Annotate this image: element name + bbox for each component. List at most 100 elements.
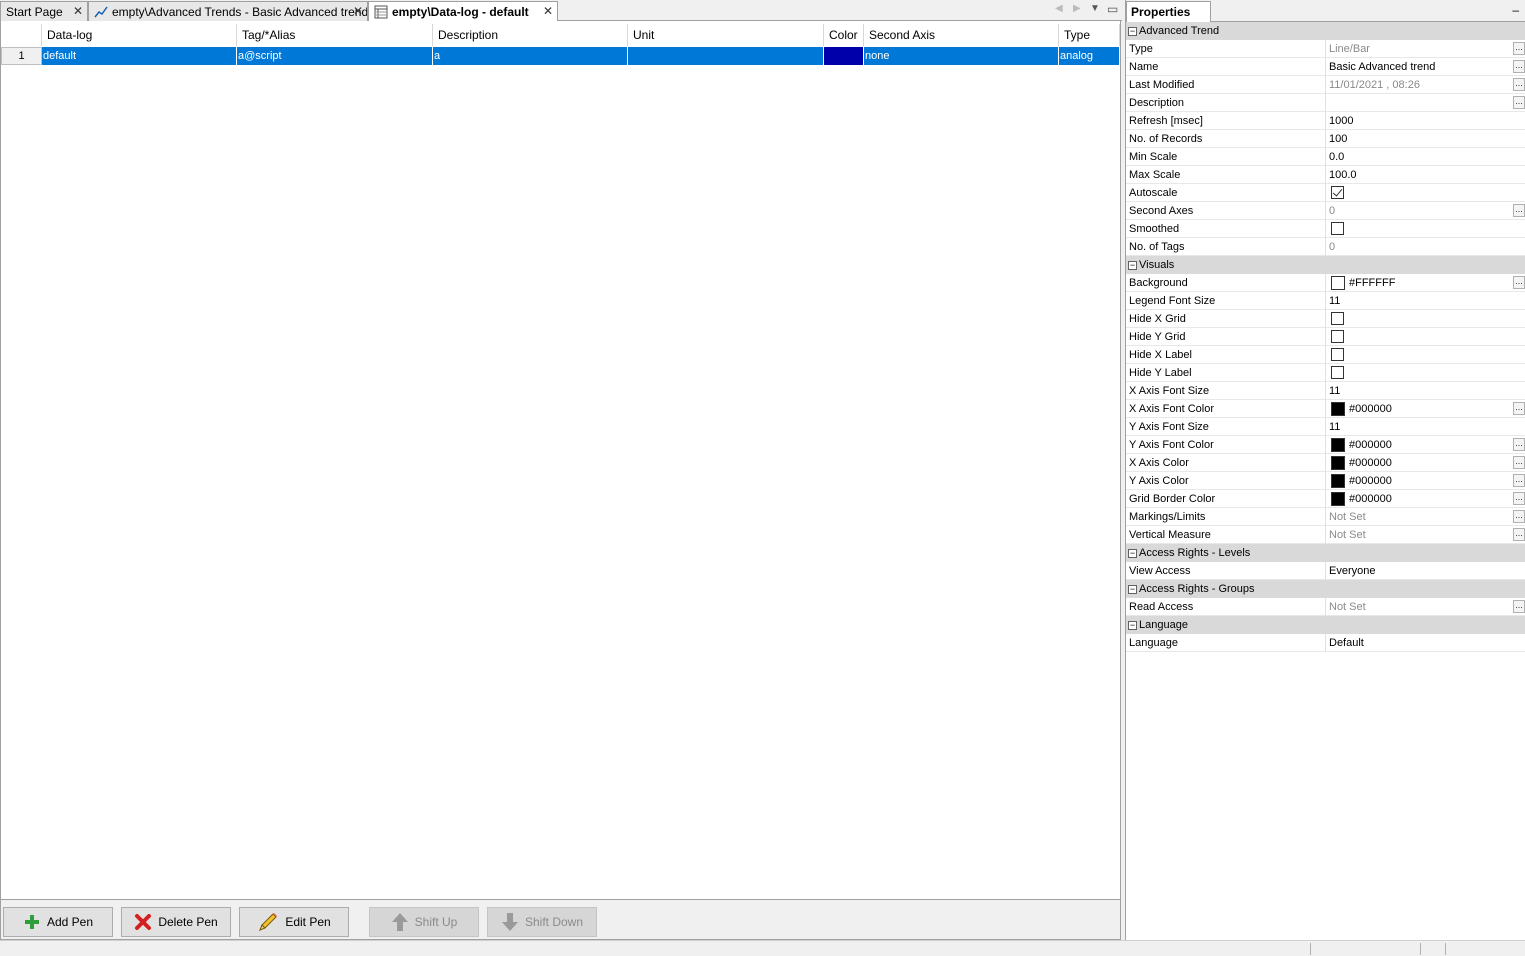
ellipsis-button[interactable]: ...: [1513, 275, 1525, 289]
column-header-tag[interactable]: Tag/*Alias: [237, 24, 433, 46]
column-header-type[interactable]: Type: [1059, 24, 1120, 46]
tab-start-page[interactable]: Start Page ✕: [0, 1, 88, 21]
shift-up-button[interactable]: Shift Up: [369, 907, 479, 937]
category-access-levels[interactable]: − Access Rights - Levels: [1126, 544, 1525, 562]
prop-value[interactable]: [1326, 364, 1525, 382]
ellipsis-button[interactable]: ...: [1513, 455, 1525, 469]
prop-value[interactable]: Not Set...: [1326, 526, 1525, 544]
prop-value[interactable]: Default: [1326, 634, 1525, 652]
prop-name-field[interactable]: Name Basic Advanced trend...: [1126, 57, 1525, 76]
prop-value[interactable]: Line/Bar...: [1326, 40, 1525, 58]
prop-y-axis-color[interactable]: Y Axis Color #000000...: [1126, 471, 1525, 490]
close-icon[interactable]: ✕: [353, 4, 363, 18]
tab-advanced-trend[interactable]: empty\Advanced Trends - Basic Advanced t…: [88, 1, 368, 21]
prop-no-of-tags[interactable]: No. of Tags 0: [1126, 237, 1525, 256]
add-pen-button[interactable]: Add Pen: [3, 907, 113, 937]
prop-last-modified[interactable]: Last Modified 11/01/2021 , 08:26...: [1126, 75, 1525, 94]
prop-hide-x-label[interactable]: Hide X Label: [1126, 345, 1525, 364]
ellipsis-button[interactable]: ...: [1513, 473, 1525, 487]
hide-y-grid-checkbox[interactable]: [1331, 330, 1344, 343]
scroll-left-icon[interactable]: ◀: [1055, 3, 1063, 14]
ellipsis-button[interactable]: ...: [1513, 95, 1525, 109]
row-number[interactable]: 1: [1, 47, 42, 65]
prop-value[interactable]: 11/01/2021 , 08:26...: [1326, 76, 1525, 94]
ellipsis-button[interactable]: ...: [1513, 527, 1525, 541]
category-access-groups[interactable]: − Access Rights - Groups: [1126, 580, 1525, 598]
prop-read-access[interactable]: Read Access Not Set...: [1126, 597, 1525, 616]
prop-value[interactable]: [1326, 328, 1525, 346]
prop-value[interactable]: 100.0: [1326, 166, 1525, 184]
prop-value[interactable]: #000000...: [1326, 400, 1525, 418]
prop-y-axis-font-size[interactable]: Y Axis Font Size 11: [1126, 417, 1525, 436]
category-language[interactable]: − Language: [1126, 616, 1525, 634]
collapse-icon[interactable]: −: [1128, 548, 1137, 558]
ellipsis-button[interactable]: ...: [1513, 599, 1525, 613]
prop-value[interactable]: ...: [1326, 94, 1525, 112]
prop-language[interactable]: Language Default: [1126, 633, 1525, 652]
prop-x-axis-color[interactable]: X Axis Color #000000...: [1126, 453, 1525, 472]
prop-value[interactable]: 1000: [1326, 112, 1525, 130]
prop-value[interactable]: [1326, 310, 1525, 328]
edit-pen-button[interactable]: Edit Pen: [239, 907, 349, 937]
prop-value[interactable]: 11: [1326, 292, 1525, 310]
prop-hide-y-label[interactable]: Hide Y Label: [1126, 363, 1525, 382]
ellipsis-button[interactable]: ...: [1513, 509, 1525, 523]
close-icon[interactable]: ✕: [543, 4, 553, 18]
prop-value[interactable]: [1326, 184, 1525, 202]
prop-value[interactable]: #000000...: [1326, 472, 1525, 490]
ellipsis-button[interactable]: ...: [1513, 203, 1525, 217]
prop-hide-y-grid[interactable]: Hide Y Grid: [1126, 327, 1525, 346]
prop-markings-limits[interactable]: Markings/Limits Not Set...: [1126, 507, 1525, 526]
cell-color-swatch[interactable]: [824, 47, 864, 65]
smoothed-checkbox[interactable]: [1331, 222, 1344, 235]
cell-datalog[interactable]: default: [42, 47, 237, 65]
prop-x-axis-font-color[interactable]: X Axis Font Color #000000...: [1126, 399, 1525, 418]
prop-legend-font-size[interactable]: Legend Font Size 11: [1126, 291, 1525, 310]
delete-pen-button[interactable]: Delete Pen: [121, 907, 231, 937]
prop-value[interactable]: [1326, 220, 1525, 238]
column-header-description[interactable]: Description: [433, 24, 628, 46]
prop-value[interactable]: Everyone: [1326, 562, 1525, 580]
prop-value[interactable]: 0: [1326, 238, 1525, 256]
minimize-icon[interactable]: –: [1512, 3, 1519, 17]
column-header-color[interactable]: Color: [824, 24, 864, 46]
prop-value[interactable]: #000000...: [1326, 454, 1525, 472]
collapse-icon[interactable]: −: [1128, 620, 1137, 630]
category-visuals[interactable]: − Visuals: [1126, 256, 1525, 274]
hide-x-grid-checkbox[interactable]: [1331, 312, 1344, 325]
prop-value[interactable]: #000000...: [1326, 436, 1525, 454]
collapse-icon[interactable]: −: [1128, 584, 1137, 594]
table-row[interactable]: 1 default a@script a none analog: [1, 47, 1120, 65]
collapse-icon[interactable]: −: [1128, 260, 1137, 270]
ellipsis-button[interactable]: ...: [1513, 59, 1525, 73]
prop-value[interactable]: 100: [1326, 130, 1525, 148]
prop-value[interactable]: 0.0: [1326, 148, 1525, 166]
cell-description[interactable]: a: [433, 47, 628, 65]
scroll-right-icon[interactable]: ▶: [1073, 3, 1081, 14]
autoscale-checkbox[interactable]: [1331, 186, 1344, 199]
prop-smoothed[interactable]: Smoothed: [1126, 219, 1525, 238]
prop-hide-x-grid[interactable]: Hide X Grid: [1126, 309, 1525, 328]
prop-value[interactable]: Basic Advanced trend...: [1326, 58, 1525, 76]
tab-list-dropdown-icon[interactable]: ▼: [1090, 3, 1100, 14]
prop-value[interactable]: 0...: [1326, 202, 1525, 220]
collapse-icon[interactable]: −: [1128, 26, 1137, 36]
ellipsis-button[interactable]: ...: [1513, 77, 1525, 91]
prop-type[interactable]: Type Line/Bar...: [1126, 39, 1525, 58]
maximize-icon[interactable]: ▭: [1107, 2, 1118, 16]
prop-value[interactable]: [1326, 346, 1525, 364]
properties-title[interactable]: Properties: [1126, 1, 1211, 22]
cell-tag[interactable]: a@script: [237, 47, 433, 65]
cell-unit[interactable]: [628, 47, 824, 65]
column-header-second-axis[interactable]: Second Axis: [864, 24, 1059, 46]
ellipsis-button[interactable]: ...: [1513, 437, 1525, 451]
hide-x-label-checkbox[interactable]: [1331, 348, 1344, 361]
prop-max-scale[interactable]: Max Scale 100.0: [1126, 165, 1525, 184]
prop-y-axis-font-color[interactable]: Y Axis Font Color #000000...: [1126, 435, 1525, 454]
prop-value[interactable]: Not Set...: [1326, 508, 1525, 526]
cell-second-axis[interactable]: none: [864, 47, 1059, 65]
prop-view-access[interactable]: View Access Everyone: [1126, 561, 1525, 580]
column-header-unit[interactable]: Unit: [628, 24, 824, 46]
prop-value[interactable]: 11: [1326, 418, 1525, 436]
prop-x-axis-font-size[interactable]: X Axis Font Size 11: [1126, 381, 1525, 400]
